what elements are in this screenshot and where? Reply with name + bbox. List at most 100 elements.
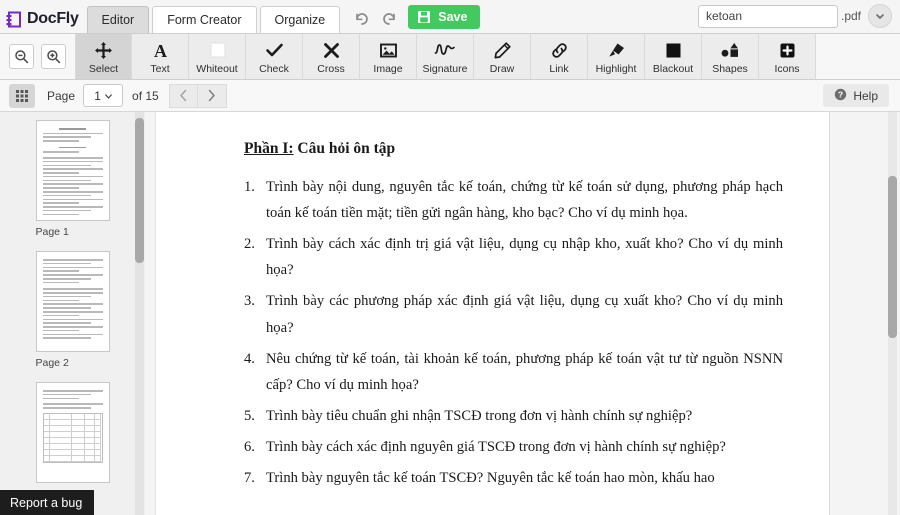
tool-text[interactable]: A Text [132, 34, 189, 79]
svg-text:A: A [154, 41, 167, 60]
thumbnail-scrollbar[interactable] [135, 112, 144, 515]
tool-buttons: Select A Text Whiteout Check Cross Image… [75, 34, 816, 79]
list-item: Trình bày nguyên tắc kế toán TSCĐ? Nguyê… [244, 465, 715, 491]
thumbnail-label: Page 2 [35, 357, 69, 369]
svg-text:?: ? [838, 89, 843, 99]
tool-signature[interactable]: Signature [417, 34, 474, 79]
tool-icons-label: Icons [774, 62, 800, 75]
undo-redo-group [343, 10, 408, 33]
tool-shapes-label: Shapes [712, 62, 748, 75]
page-count-label: of 15 [132, 88, 159, 103]
tool-check-label: Check [259, 62, 289, 75]
tool-link[interactable]: Link [531, 34, 588, 79]
app-logo[interactable]: DocFly [0, 10, 87, 33]
tab-form-creator[interactable]: Form Creator [152, 6, 257, 33]
tool-blackout[interactable]: Blackout [645, 34, 702, 79]
question-circle-icon: ? [834, 88, 847, 104]
thumbnail-preview [35, 382, 110, 483]
tool-highlight-label: Highlight [595, 62, 637, 75]
thumbnail-preview [35, 251, 110, 352]
document-page[interactable]: Phần I: Câu hỏi ôn tập Trình bày nội dun… [155, 112, 830, 515]
text-a-icon: A [151, 41, 170, 61]
document-scrollbar-thumb[interactable] [888, 176, 897, 338]
undo-icon[interactable] [354, 10, 371, 27]
file-name-input[interactable] [697, 4, 838, 28]
document-heading-part: Phần I: [244, 140, 294, 157]
help-button-label: Help [853, 88, 878, 103]
save-disk-icon [417, 10, 431, 24]
prev-page-button[interactable] [168, 83, 198, 108]
tool-ribbon: Select A Text Whiteout Check Cross Image… [0, 34, 900, 80]
tool-select[interactable]: Select [75, 34, 132, 79]
thumbnail-preview [35, 120, 110, 221]
tool-draw-label: Draw [489, 62, 515, 75]
tool-blackout-label: Blackout [652, 62, 694, 75]
tool-signature-label: Signature [422, 62, 468, 75]
thumbnail-table [42, 412, 103, 463]
tool-shapes[interactable]: Shapes [702, 34, 759, 79]
tool-link-label: Link [549, 62, 569, 75]
list-item: Trình bày nội dung, nguyên tắc kế toán, … [244, 174, 783, 222]
caret-down-icon [105, 89, 112, 103]
tool-image-label: Image [373, 62, 403, 75]
list-item: Trình bày các phương pháp xác định giá v… [244, 288, 783, 336]
tab-editor[interactable]: Editor [86, 6, 150, 33]
save-button[interactable]: Save [408, 5, 481, 29]
zoom-out-icon[interactable] [9, 44, 34, 69]
file-extension-label: .pdf [840, 9, 861, 23]
chevron-down-icon[interactable] [868, 4, 892, 28]
question-list: Trình bày nội dung, nguyên tắc kế toán, … [244, 174, 783, 491]
thumbnail-sidebar[interactable]: Page 1 Page 2 [0, 112, 145, 515]
report-a-bug-button[interactable]: Report a bug [0, 490, 95, 515]
grid-view-icon[interactable] [9, 83, 35, 108]
tool-text-label: Text [150, 62, 170, 75]
chain-link-icon [550, 41, 569, 61]
thumbnail-item-page-2[interactable]: Page 2 [35, 251, 110, 382]
save-button-label: Save [438, 10, 468, 24]
main-tabs: Editor Form Creator Organize [86, 0, 344, 33]
tool-icons[interactable]: Icons [759, 34, 816, 79]
top-bar: DocFly Editor Form Creator Organize Save… [0, 0, 900, 34]
app-brand-name: DocFly [27, 10, 79, 27]
help-button[interactable]: ? Help [823, 84, 889, 107]
page-nav-buttons [168, 83, 227, 108]
list-item: Trình bày cách xác định trị giá vật liệu… [244, 231, 783, 279]
thumbnail-item-page-1[interactable]: Page 1 [35, 120, 110, 251]
list-item: Nêu chứng từ kế toán, tài khoản kế toán,… [244, 346, 783, 393]
tool-image[interactable]: Image [360, 34, 417, 79]
checkmark-icon [265, 41, 284, 61]
file-name-group: .pdf [697, 4, 900, 33]
tab-organize[interactable]: Organize [259, 6, 341, 33]
document-content: Phần I: Câu hỏi ôn tập Trình bày nội dun… [156, 112, 829, 491]
tool-whiteout[interactable]: Whiteout [189, 34, 246, 79]
page-label: Page [47, 88, 76, 103]
zoom-in-icon[interactable] [41, 44, 66, 69]
docfly-logo-icon [6, 11, 23, 28]
document-scrollbar[interactable] [888, 112, 897, 515]
move-arrows-icon [94, 41, 113, 61]
docfly-editor-window: DocFly Editor Form Creator Organize Save… [0, 0, 900, 515]
pencil-icon [493, 41, 512, 61]
highlighter-icon [607, 41, 626, 61]
page-number-select[interactable]: 1 [83, 84, 124, 107]
signature-icon [434, 41, 456, 61]
list-item: Trình bày tiêu chuẩn ghi nhận TSCĐ trong… [244, 403, 693, 429]
tool-whiteout-label: Whiteout [196, 62, 238, 75]
plus-badge-icon [778, 41, 797, 61]
document-heading: Phần I: Câu hỏi ôn tập [244, 140, 783, 158]
report-a-bug-label: Report a bug [10, 495, 83, 510]
document-viewer[interactable]: Phần I: Câu hỏi ôn tập Trình bày nội dun… [145, 112, 900, 515]
tool-cross-label: Cross [317, 62, 345, 75]
shapes-icon [720, 41, 741, 61]
white-square-icon [208, 41, 227, 61]
next-page-button[interactable] [197, 83, 227, 108]
list-item: Trình bày cách xác định nguyên giá TSCĐ … [244, 434, 726, 460]
image-icon [379, 41, 398, 61]
tool-cross[interactable]: Cross [303, 34, 360, 79]
thumbnail-list: Page 1 Page 2 [0, 112, 145, 513]
thumbnail-scrollbar-thumb[interactable] [135, 118, 144, 263]
redo-icon[interactable] [380, 10, 397, 27]
tool-highlight[interactable]: Highlight [588, 34, 645, 79]
tool-draw[interactable]: Draw [474, 34, 531, 79]
tool-check[interactable]: Check [246, 34, 303, 79]
